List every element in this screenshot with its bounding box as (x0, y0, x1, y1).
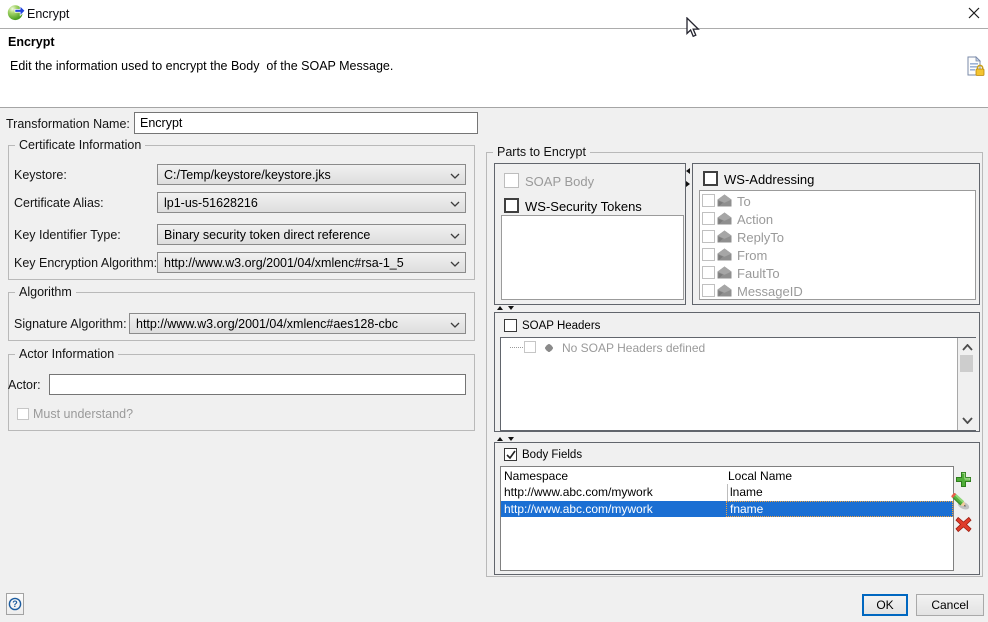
svg-text:?: ? (12, 599, 18, 609)
